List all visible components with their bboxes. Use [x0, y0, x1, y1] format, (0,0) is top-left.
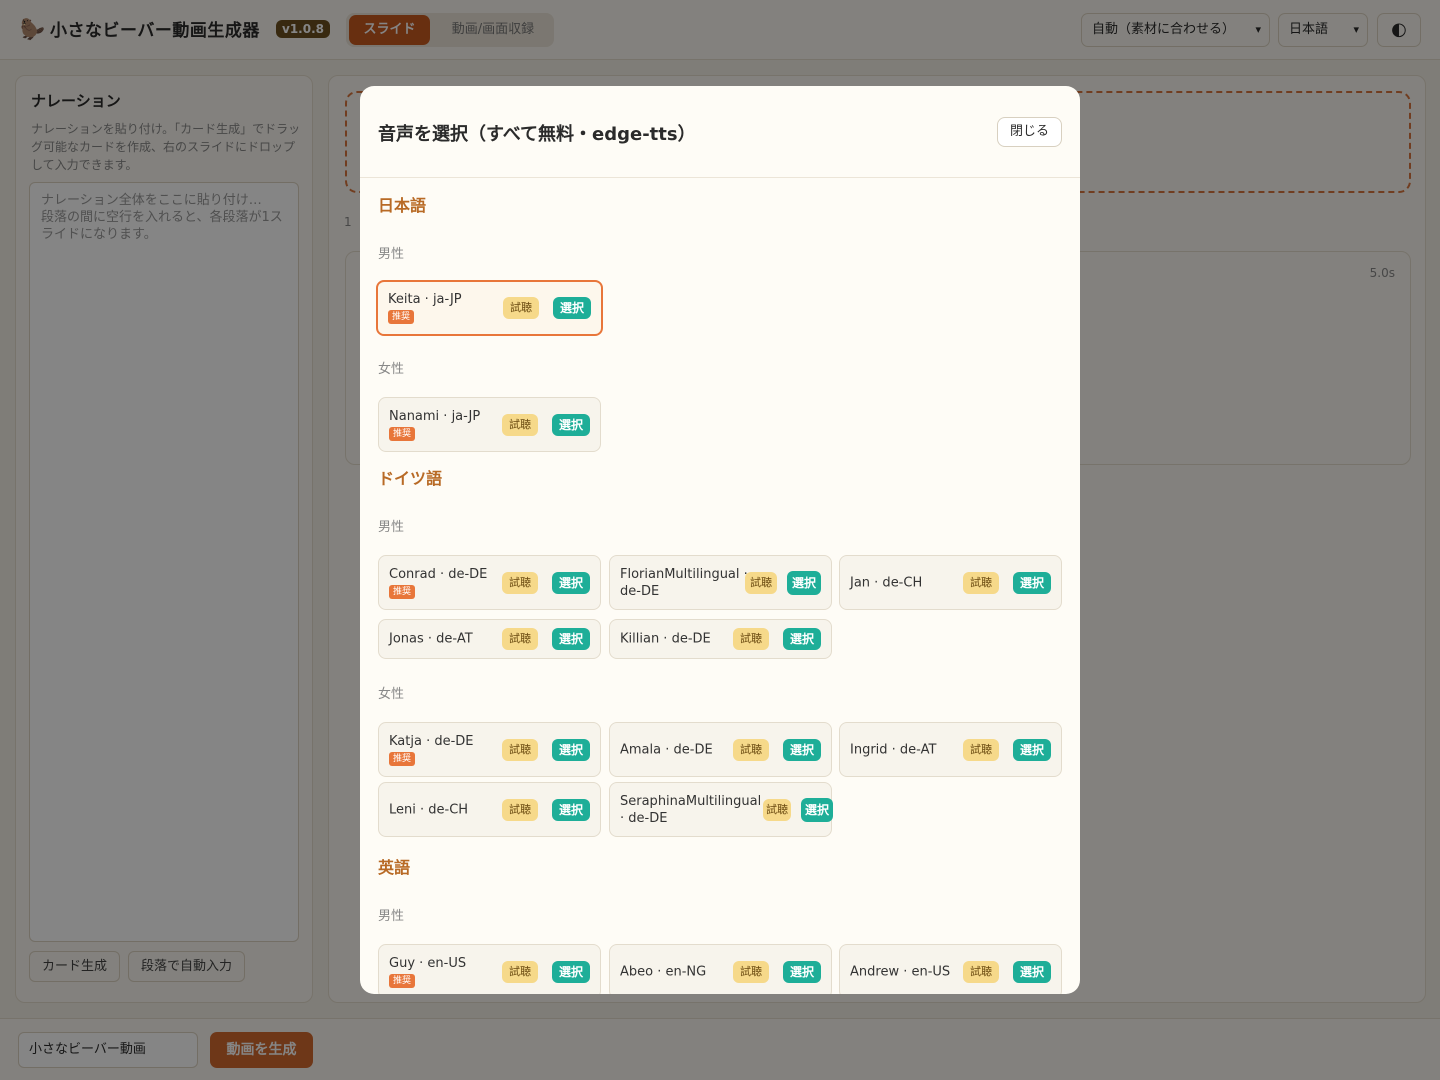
voice-name: FlorianMultilingual · de-DE: [620, 566, 748, 599]
voice-card-florian[interactable]: FlorianMultilingual · de-DE 試聴 選択: [609, 555, 832, 610]
voice-card-leni[interactable]: Leni · de-CH 試聴 選択: [378, 782, 601, 837]
modal-header: 音声を選択（すべて無料・edge-tts） 閉じる: [360, 86, 1080, 178]
voice-card-guy[interactable]: Guy · en-US 推奨 試聴 選択: [378, 944, 601, 994]
gender-heading-female: 女性: [378, 362, 405, 377]
select-button[interactable]: 選択: [552, 297, 591, 319]
voice-card-ingrid[interactable]: Ingrid · de-AT 試聴 選択: [839, 722, 1062, 777]
voice-name: Conrad · de-DE: [389, 566, 488, 582]
select-button[interactable]: 選択: [551, 960, 590, 983]
voice-card-abeo[interactable]: Abeo · en-NG 試聴 選択: [609, 944, 832, 994]
voice-card-andrew[interactable]: Andrew · en-US 試聴 選択: [839, 944, 1062, 994]
listen-button[interactable]: 試聴: [502, 960, 538, 983]
voice-name: Ingrid · de-AT: [850, 742, 937, 757]
voice-name: Leni · de-CH: [389, 802, 469, 817]
select-button[interactable]: 選択: [801, 797, 833, 822]
recommended-badge: 推奨: [388, 310, 415, 324]
select-button[interactable]: 選択: [782, 960, 821, 983]
voice-card-amala[interactable]: Amala · de-DE 試聴 選択: [609, 722, 832, 777]
voice-name: Katja · de-DE: [389, 733, 474, 749]
listen-button[interactable]: 試聴: [963, 738, 999, 761]
close-button[interactable]: 閉じる: [997, 117, 1062, 147]
select-button[interactable]: 選択: [551, 628, 590, 650]
listen-button[interactable]: 試聴: [763, 798, 791, 821]
gender-heading-male: 男性: [378, 247, 405, 262]
select-button[interactable]: 選択: [551, 571, 590, 594]
select-button[interactable]: 選択: [1012, 571, 1051, 594]
voice-name: Nanami · ja-JP: [389, 408, 481, 424]
select-button[interactable]: 選択: [782, 628, 821, 650]
voice-card-killian[interactable]: Killian · de-DE 試聴 選択: [609, 619, 832, 659]
modal-title: 音声を選択（すべて無料・edge-tts）: [378, 124, 696, 145]
recommended-badge: 推奨: [389, 751, 416, 766]
recommended-badge: 推奨: [389, 426, 416, 441]
lang-heading-japanese: 日本語: [378, 196, 427, 215]
voice-name: SeraphinaMultilingual · de-DE: [620, 793, 762, 826]
recommended-badge: 推奨: [389, 584, 416, 599]
voice-card-seraphina[interactable]: SeraphinaMultilingual · de-DE 試聴 選択: [609, 782, 833, 837]
voice-name: Jan · de-CH: [850, 575, 923, 590]
select-button[interactable]: 選択: [787, 570, 821, 595]
voice-name: Killian · de-DE: [620, 631, 711, 647]
select-button[interactable]: 選択: [1012, 738, 1051, 761]
select-button[interactable]: 選択: [782, 738, 821, 761]
voice-card-jan[interactable]: Jan · de-CH 試聴 選択: [839, 555, 1062, 610]
voice-name: Abeo · en-NG: [620, 964, 707, 979]
voice-name: Guy · en-US: [389, 955, 467, 971]
voice-name: Andrew · en-US: [850, 964, 951, 979]
listen-button[interactable]: 試聴: [733, 738, 769, 761]
gender-heading-female: 女性: [378, 687, 405, 702]
listen-button[interactable]: 試聴: [502, 571, 538, 594]
listen-button[interactable]: 試聴: [963, 571, 999, 594]
voice-name: Jonas · de-AT: [389, 631, 473, 647]
voice-card-nanami[interactable]: Nanami · ja-JP 推奨 試聴 選択: [378, 397, 601, 452]
listen-button[interactable]: 試聴: [502, 413, 538, 436]
listen-button[interactable]: 試聴: [503, 297, 539, 319]
select-button[interactable]: 選択: [551, 738, 590, 761]
recommended-badge: 推奨: [389, 973, 416, 988]
gender-heading-male: 男性: [378, 909, 405, 924]
listen-button[interactable]: 試聴: [502, 798, 538, 821]
voice-card-conrad[interactable]: Conrad · de-DE 推奨 試聴 選択: [378, 555, 601, 610]
voice-name: Keita · ja-JP: [388, 292, 462, 307]
listen-button[interactable]: 試聴: [745, 571, 777, 594]
voice-name: Amala · de-DE: [620, 742, 713, 757]
voice-select-modal: 音声を選択（すべて無料・edge-tts） 閉じる 日本語 男性 Keita ·…: [360, 86, 1080, 994]
voice-card-keita[interactable]: Keita · ja-JP 推奨 試聴 選択: [376, 280, 603, 336]
listen-button[interactable]: 試聴: [502, 628, 538, 650]
lang-heading-german: ドイツ語: [378, 469, 443, 488]
gender-heading-male: 男性: [378, 520, 405, 535]
select-button[interactable]: 選択: [551, 798, 590, 821]
voice-card-katja[interactable]: Katja · de-DE 推奨 試聴 選択: [378, 722, 601, 777]
listen-button[interactable]: 試聴: [733, 960, 769, 983]
listen-button[interactable]: 試聴: [502, 738, 538, 761]
select-button[interactable]: 選択: [551, 413, 590, 436]
modal-body: 日本語 男性 Keita · ja-JP 推奨 試聴 選択 女性 Nanami …: [360, 178, 1080, 994]
select-button[interactable]: 選択: [1012, 960, 1051, 983]
voice-card-jonas[interactable]: Jonas · de-AT 試聴 選択: [378, 619, 601, 659]
listen-button[interactable]: 試聴: [963, 960, 999, 983]
listen-button[interactable]: 試聴: [733, 628, 769, 650]
lang-heading-english: 英語: [378, 858, 411, 877]
